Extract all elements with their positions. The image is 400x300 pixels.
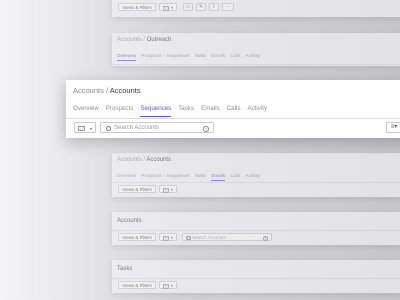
chevron-down-icon: ▾ [170,283,173,288]
breadcrumb: Accounts / Accounts [73,86,141,95]
view-toggle[interactable]: ▾ [159,233,177,241]
tab-tasks[interactable]: Tasks [178,105,194,112]
tab-prospects[interactable]: Prospects [106,105,134,112]
breadcrumb-current: Accounts [146,157,172,163]
tab-bar: Overview Prospects Sequences Tasks Email… [117,173,260,181]
calendar-icon[interactable]: ▭ [183,3,193,11]
tab-prospects[interactable]: Prospects [141,53,161,58]
tab-calls[interactable]: Calls [230,53,240,58]
views-filters-button[interactable]: Views & Filters [118,281,156,289]
tab-bar: Overview Prospects Sequences Tasks Email… [117,53,260,61]
divider [112,230,400,231]
accounts-card: Accounts Views & Filters ▾ Search Accoun… [112,212,400,245]
tasks-card: Tasks Views & Filters ▾ [112,260,400,293]
view-icon [163,236,169,241]
view-icon [78,126,85,131]
breadcrumb-parent[interactable]: Accounts [73,86,104,95]
search-icon [106,126,111,131]
tab-sequences[interactable]: Sequences [140,105,171,117]
divider [112,182,400,183]
view-toggle[interactable]: ▾ [74,122,96,133]
tab-sequences[interactable]: Sequences [167,173,190,178]
tab-activity[interactable]: Activity [245,173,260,178]
divider [112,64,400,65]
search-input[interactable]: Search Accounts × [182,233,272,241]
clear-icon[interactable]: × [203,125,209,132]
chevron-down-icon: ▾ [89,125,92,131]
view-toggle[interactable]: ▾ [159,281,177,289]
view-toggle[interactable]: ▾ [159,185,177,193]
search-icon [186,235,191,241]
views-filters-button[interactable]: Views & Filters [118,3,156,11]
tab-emails[interactable]: Emails [211,173,225,181]
views-filters-button[interactable]: Views & Filters [118,185,156,193]
tab-sequences[interactable]: Sequences [167,53,190,58]
tab-bar: Overview Prospects Sequences Tasks Email… [73,105,267,117]
view-toggle[interactable]: ▾ [159,3,177,11]
views-filters-button[interactable]: Views & Filters [118,233,156,241]
view-icon [163,188,169,193]
accounts-emails-card: Accounts / Accounts Overview Prospects S… [112,153,400,197]
pen-icon[interactable]: ✎ [196,3,206,11]
tab-tasks[interactable]: Tasks [195,173,207,178]
breadcrumb-parent[interactable]: Accounts [117,37,142,43]
accounts-sequences-card: Accounts / Accounts Overview Prospects S… [66,80,400,138]
accounts-outreach-card: Accounts / Outreach Overview Prospects S… [112,33,400,66]
divider [66,118,400,119]
chevron-down-icon: ▾ [170,187,173,192]
search-input[interactable]: Search Accounts × [100,122,214,133]
tab-overview[interactable]: Overview [73,105,99,112]
clear-icon[interactable]: × [263,235,268,241]
chevron-down-icon: ▾ [170,235,173,240]
more-icon[interactable]: ··· [222,3,234,11]
breadcrumb: Accounts / Outreach [117,37,171,43]
tab-emails[interactable]: Emails [201,105,220,112]
breadcrumb-current: Outreach [146,37,172,43]
search-placeholder: Search Accounts [192,235,226,240]
divider [112,278,400,279]
breadcrumb: Accounts / Accounts [117,157,171,163]
view-icon [163,6,169,11]
tab-prospects[interactable]: Prospects [141,173,161,178]
page-title: Tasks [117,266,133,272]
sort-icon[interactable]: ≡▾ [386,122,400,133]
view-icon [163,284,169,289]
breadcrumb-parent[interactable]: Accounts [117,157,142,163]
breadcrumb-separator: / [105,86,109,95]
search-placeholder: Search Accounts [114,125,160,131]
tab-calls[interactable]: Calls [227,105,241,112]
page-title: Accounts [117,218,142,224]
tab-tasks[interactable]: Tasks [195,53,207,58]
tab-emails[interactable]: Emails [211,53,225,58]
breadcrumb-separator: / [143,157,146,163]
tab-activity[interactable]: Activity [247,105,267,112]
chevron-down-icon: ▾ [170,5,173,10]
paperclip-icon[interactable]: ⌇ [209,3,219,11]
tab-overview[interactable]: Overview [117,173,136,178]
breadcrumb-current: Accounts [109,86,141,95]
toolbar-card: Views & Filters ▾ ▭ ✎ ⌇ ··· [112,0,400,17]
tab-activity[interactable]: Activity [245,53,260,58]
tab-overview[interactable]: Overview [117,53,137,61]
tab-calls[interactable]: Calls [230,173,240,178]
breadcrumb-separator: / [143,37,146,43]
